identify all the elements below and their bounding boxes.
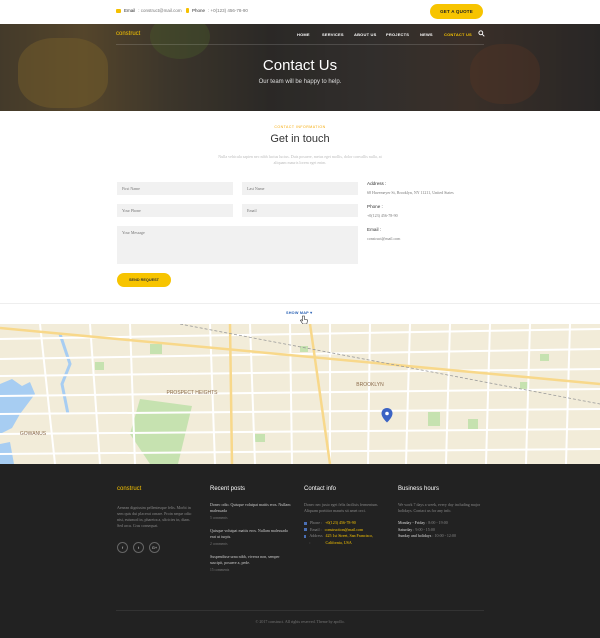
topbar-phone-label: Phone	[192, 8, 206, 13]
section-title: Get in touch	[270, 133, 330, 145]
map-label-gowanus: GOWANUS	[20, 431, 47, 437]
post-comments: 2 comments	[210, 542, 228, 546]
footer-recent-posts: Recent posts Donec odio. Quisque volutpa…	[210, 486, 292, 580]
list-item[interactable]: Suspendisse urna nibh, viverra non, semp…	[210, 554, 292, 572]
first-name-input[interactable]	[117, 182, 233, 195]
post-title[interactable]: Suspendisse urna nibh, viverra non, semp…	[210, 554, 292, 566]
phone-icon	[186, 8, 189, 13]
map-label-prospect-heights: PROSPECT HEIGHTS	[166, 390, 218, 396]
nav-news[interactable]: NEWS	[420, 32, 433, 37]
footer: construct Aenean dignissim pellentesque …	[0, 464, 600, 638]
topbar-phone-value: : +0(123) 456-78-90	[208, 8, 248, 13]
send-request-button[interactable]: SEND REQUEST	[117, 273, 171, 287]
contact-info-title: Contact info	[304, 486, 337, 492]
email-value[interactable]: construct@mail.com	[367, 236, 454, 241]
post-title[interactable]: Donec odio. Quisque volutpat mattis eros…	[210, 502, 292, 514]
address-value: 68 Havemeyer St, Brooklyn, NY 11211, Uni…	[367, 190, 454, 195]
get-a-quote-button[interactable]: GET A QUOTE	[430, 4, 483, 19]
post-comments: 15 comments	[210, 568, 230, 572]
google-plus-icon[interactable]: G+	[149, 542, 160, 553]
list-item[interactable]: Quisque volutpat mattis eros. Nullam mal…	[210, 528, 292, 546]
phone-value: +0(123) 456-78-90	[367, 213, 398, 218]
hero-banner: construct HOME SERVICES ABOUT US PROJECT…	[0, 24, 600, 111]
footer-contact-info: Contact info Donec nec justo eget felis …	[304, 486, 386, 546]
last-name-input[interactable]	[242, 182, 358, 195]
topbar-email-value[interactable]: : construct@mail.com	[138, 8, 181, 13]
list-item[interactable]: Donec odio. Quisque volutpat mattis eros…	[210, 502, 292, 520]
chevron-down-icon: ▾	[310, 311, 313, 315]
nav-projects[interactable]: PROJECTS	[386, 32, 409, 37]
copyright: © 2017 construct. All rights reserved. T…	[255, 619, 345, 624]
top-bar: Email : construct@mail.com Phone : +0(12…	[0, 0, 600, 24]
nav-services[interactable]: SERVICES	[322, 32, 344, 37]
post-comments: 5 comments	[210, 516, 228, 520]
section-divider	[0, 303, 600, 304]
email-input[interactable]	[242, 204, 358, 217]
message-textarea[interactable]	[117, 226, 358, 264]
email-label: Email :	[367, 227, 382, 232]
business-hours-text: We work 7 days a week, every day includi…	[398, 502, 481, 513]
section-intro: Nulla vehicula sapien nec nibh luctus lu…	[218, 154, 382, 165]
topbar-email: Email : construct@mail.com	[116, 8, 182, 13]
contact-eyebrow: CONTACT INFORMATION	[274, 125, 326, 129]
footer-about: construct Aenean dignissim pellentesque …	[117, 486, 195, 553]
location-map[interactable]: PROSPECT HEIGHTS GOWANUS BROOKLYN	[0, 324, 600, 464]
facebook-icon[interactable]: f	[117, 542, 128, 553]
footer-business-hours: Business hours We work 7 days a week, ev…	[398, 486, 484, 540]
topbar-phone: Phone : +0(123) 456-78-90	[186, 8, 248, 13]
search-icon[interactable]	[478, 30, 485, 37]
hours-row: Sunday and holidays : 10:00 - 12:00	[398, 533, 457, 538]
business-hours-title: Business hours	[398, 486, 440, 492]
mail-icon	[304, 528, 307, 531]
footer-divider	[116, 610, 484, 611]
contact-info-text: Donec nec justo eget felis facilisis fer…	[304, 502, 379, 513]
location-icon	[304, 534, 307, 538]
nav-home[interactable]: HOME	[297, 32, 310, 37]
contact-info-block: Address : 68 Havemeyer St, Brooklyn, NY …	[367, 181, 454, 250]
nav-about-us[interactable]: ABOUT US	[354, 32, 377, 37]
phone-input[interactable]	[117, 204, 233, 217]
footer-logo[interactable]: construct	[117, 486, 195, 492]
topbar-email-label: Email	[124, 8, 136, 13]
address-label: Address :	[367, 181, 387, 186]
footer-about-text: Aenean dignissim pellentesque felis. Mor…	[117, 505, 192, 528]
page-title: Contact Us	[262, 57, 338, 74]
phone-icon	[304, 521, 307, 525]
page-subtitle: Our team will be happy to help.	[258, 79, 342, 85]
phone-label: Phone :	[367, 204, 383, 209]
social-links: f t G+	[117, 542, 195, 553]
recent-posts-title: Recent posts	[210, 486, 246, 492]
footer-address: Address : 425 1st Street, San Francisco,…	[304, 533, 386, 546]
map-label-brooklyn: BROOKLYN	[356, 382, 384, 388]
site-logo[interactable]: construct	[116, 31, 140, 37]
mail-icon	[116, 8, 121, 13]
twitter-icon[interactable]: t	[133, 542, 144, 553]
post-title[interactable]: Quisque volutpat mattis eros. Nullam mal…	[210, 528, 292, 540]
nav-contact-us[interactable]: CONTACT US	[444, 32, 472, 37]
